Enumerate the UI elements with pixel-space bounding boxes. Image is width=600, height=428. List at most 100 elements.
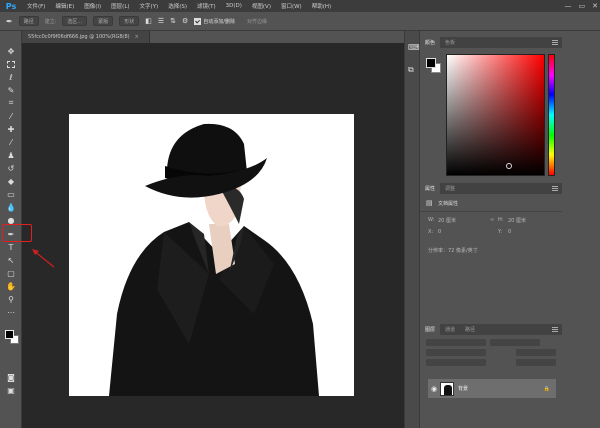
link-icon[interactable]: ∞ [490,217,494,223]
lock-options[interactable] [426,359,486,366]
shape-tool-icon[interactable]: ▢ [4,267,18,279]
panel-menu-icon[interactable] [552,327,558,332]
layer-filter-icons[interactable] [490,339,540,346]
type-tool-icon[interactable]: T [4,241,18,253]
eye-icon[interactable]: ◉ [428,385,440,393]
blend-mode-select[interactable] [426,349,486,356]
history-brush-tool-icon[interactable]: ↺ [4,162,18,174]
eyedropper-tool-icon[interactable]: ⁄ [4,110,18,122]
lock-icon: 🔒 [543,385,550,392]
make-label: 建立: [44,18,57,25]
path-alignment-icon[interactable]: ☰ [158,17,164,25]
minimize-button[interactable]: — [565,2,572,10]
app-logo: Ps [5,1,17,11]
red-arrow-annotation [32,249,55,268]
more-tools-icon[interactable]: ⋯ [4,306,18,318]
restore-button[interactable]: ▭ [579,2,586,10]
make-mask-button[interactable]: 蒙版 [93,16,114,26]
zoom-tool-icon[interactable]: ⚲ [4,293,18,305]
make-shape-button[interactable]: 形状 [119,16,140,26]
right-panels: 颜色 色板 属性 调整 ▤ 文档属性 W: 20 厘米 ∞ H: 20 厘米 X… [420,31,562,428]
path-operations-icon[interactable]: ◧ [145,17,152,25]
brush-tool-icon[interactable]: ⁄ [4,136,18,148]
document-icon: ▤ [426,199,433,207]
tab-swatches[interactable]: 色板 [440,37,460,48]
menu-filter[interactable]: 滤镜(T) [192,2,221,10]
panel-menu-icon[interactable] [552,186,558,191]
height-label: H: [498,217,504,223]
document-tab-title: 55fcc0c0f9f06df666.jpg @ 100%(RGB/8) [28,34,130,40]
gradient-tool-icon[interactable]: ▭ [4,188,18,200]
clone-stamp-tool-icon[interactable]: ♟ [4,149,18,161]
healing-brush-tool-icon[interactable]: ✚ [4,123,18,135]
color-picker-field[interactable] [446,54,545,176]
tab-channels[interactable]: 通道 [440,324,460,335]
marquee-tool-icon[interactable] [4,58,18,70]
width-label: W: [428,217,435,223]
hand-tool-icon[interactable]: ✋ [4,280,18,292]
auto-add-delete-checkbox[interactable]: 自动添加/删除 [194,16,235,26]
eraser-tool-icon[interactable]: ◆ [4,175,18,187]
quick-selection-tool-icon[interactable]: ✎ [4,84,18,96]
x-value[interactable]: 0 [438,229,441,235]
checkbox-checked-icon [194,17,202,25]
height-value[interactable]: 20 厘米 [508,217,526,224]
menu-image[interactable]: 图像(I) [79,2,106,10]
lasso-tool-icon[interactable]: ℓ [4,71,18,83]
color-picker-ring[interactable] [506,163,512,169]
fill-field[interactable] [516,359,556,366]
y-value[interactable]: 0 [508,229,511,235]
menu-view[interactable]: 视图(V) [247,2,276,10]
layer-name[interactable]: 背景 [458,385,468,392]
color-panel-tabs: 颜色 色板 [420,37,562,48]
y-label: Y: [498,229,503,235]
panel-icon-strip: ⌨ ⧉ [404,31,420,428]
options-bar: ✒ 路径 建立: 选区... 蒙版 形状 ◧ ☰ ⇅ ⚙ 自动添加/删除 对齐边… [0,12,600,31]
pen-tool-preset-icon[interactable]: ✒ [6,17,13,26]
document-tab[interactable]: 55fcc0c0f9f06df666.jpg @ 100%(RGB/8) × [22,31,150,43]
menu-file[interactable]: 文件(F) [22,2,50,10]
panel-menu-icon[interactable] [552,40,558,45]
character-panel-icon[interactable]: ⧉ [408,65,414,75]
path-arrangement-icon[interactable]: ⇅ [170,17,176,25]
path-selection-tool-icon[interactable]: ↖ [4,254,18,266]
close-tab-icon[interactable]: × [135,34,139,40]
resolution-text: 分辨率：72 像素/英寸 [428,248,478,254]
foreground-color-swatch[interactable] [5,330,14,339]
properties-panel-tabs: 属性 调整 [420,183,562,194]
document-canvas[interactable] [69,114,354,396]
quick-mask-icon[interactable]: ◙ [4,371,18,383]
close-button[interactable]: ✕ [592,2,598,10]
panel-foreground-swatch[interactable] [426,58,436,68]
layer-filter-select[interactable] [426,339,486,346]
menu-layer[interactable]: 图层(L) [106,2,134,10]
tab-color[interactable]: 颜色 [420,37,441,48]
tab-layers[interactable]: 图层 [420,324,441,335]
align-edges-option[interactable]: 对齐边缘 [247,16,267,26]
tab-paths[interactable]: 路径 [460,324,480,335]
hue-slider[interactable] [548,54,555,176]
menu-window[interactable]: 窗口(W) [276,2,307,10]
width-value[interactable]: 20 厘米 [438,217,456,224]
tab-properties[interactable]: 属性 [420,183,441,194]
man-in-fedora-photo [109,123,319,396]
gear-icon[interactable]: ⚙ [182,17,188,25]
menu-help[interactable]: 帮助(H) [307,2,336,10]
history-panel-icon[interactable]: ⌨ [408,43,420,52]
layers-panel-tabs: 图层 通道 路径 [420,324,562,335]
tab-adjustments[interactable]: 调整 [440,183,460,194]
move-tool-icon[interactable]: ✥ [4,45,18,57]
screen-mode-icon[interactable]: ▣ [4,384,18,396]
crop-tool-icon[interactable]: ⌗ [4,97,18,109]
tool-mode-select[interactable]: 路径 [18,16,39,26]
layer-thumbnail [440,381,454,396]
menu-edit[interactable]: 编辑(E) [50,2,79,10]
menu-3d[interactable]: 3D(D) [221,3,247,9]
properties-header: 文档属性 [438,201,459,207]
layer-row[interactable]: ◉ 背景 🔒 [428,379,556,398]
make-selection-button[interactable]: 选区... [62,16,88,26]
menu-type[interactable]: 文字(Y) [135,2,164,10]
opacity-field[interactable] [516,349,556,356]
menu-select[interactable]: 选择(S) [163,2,192,10]
blur-tool-icon[interactable]: 💧 [4,201,18,213]
